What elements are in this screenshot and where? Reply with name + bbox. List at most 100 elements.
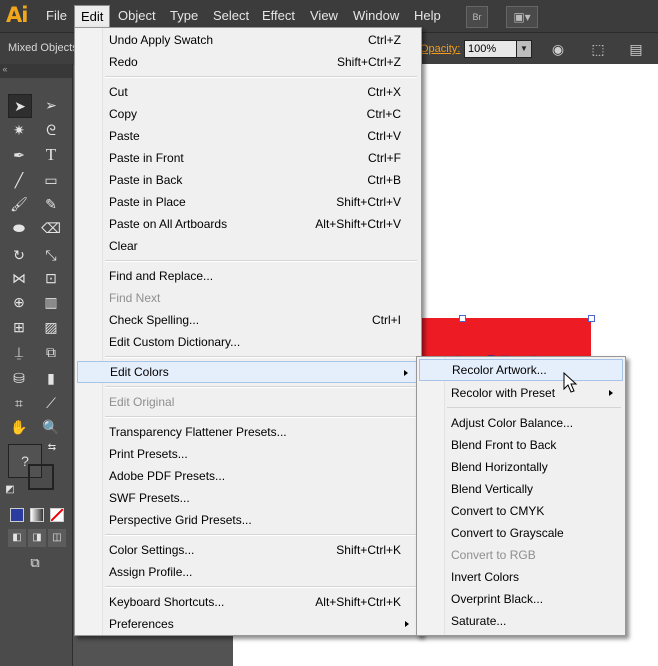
submenu-item-overprint-black[interactable]: Overprint Black...	[419, 588, 623, 610]
stroke-swatch[interactable]	[28, 464, 54, 490]
menu-item-preferences[interactable]: Preferences	[77, 613, 419, 635]
menu-separator	[105, 76, 417, 78]
tools-panel: « ➤ ➢ ✷ ᘓ ✒ T ╱ ▭ 🖌 ✎ ⬬ ⌫ ↻ ⤡ ⋈ ⊡ ⊕ ▥ ⊞ …	[0, 64, 73, 666]
submenu-item-blend-vertically[interactable]: Blend Vertically	[419, 478, 623, 500]
menu-file[interactable]: File	[40, 5, 73, 27]
opacity-dropdown-icon[interactable]: ▼	[516, 40, 532, 58]
submenu-item-convert-to-grayscale[interactable]: Convert to Grayscale	[419, 522, 623, 544]
menu-item-edit-custom-dictionary[interactable]: Edit Custom Dictionary...	[77, 331, 419, 353]
submenu-item-blend-front-to-back[interactable]: Blend Front to Back	[419, 434, 623, 456]
screen-mode-icon[interactable]: ⧉	[22, 554, 48, 572]
selection-type-label: Mixed Objects	[8, 42, 78, 54]
menu-item-copy[interactable]: Copy Ctrl+C	[77, 103, 419, 125]
menu-item-perspective-grid-presets[interactable]: Perspective Grid Presets...	[77, 509, 419, 531]
type-tool-icon[interactable]: T	[40, 144, 62, 166]
menu-item-color-settings[interactable]: Color Settings... Shift+Ctrl+K	[77, 539, 419, 561]
selection-handle[interactable]	[459, 315, 466, 322]
menu-separator	[105, 534, 417, 536]
selection-handle[interactable]	[588, 315, 595, 322]
menu-item-redo[interactable]: Redo Shift+Ctrl+Z	[77, 51, 419, 73]
rectangle-tool-icon[interactable]: ▭	[40, 169, 62, 191]
workspace-switcher-icon[interactable]: ▣▾	[506, 6, 538, 28]
submenu-item-recolor-artwork[interactable]: Recolor Artwork...	[419, 359, 623, 381]
swap-fill-stroke-icon[interactable]: ⇆	[44, 440, 60, 456]
pencil-tool-icon[interactable]: ✎	[40, 193, 62, 215]
zoom-tool-icon[interactable]: 🔍	[40, 416, 62, 438]
eyedropper-tool-icon[interactable]: ⍊	[8, 341, 30, 363]
draw-behind-icon[interactable]: ◨	[28, 529, 46, 547]
menu-item-undo[interactable]: Undo Apply Swatch Ctrl+Z	[77, 29, 419, 51]
menu-item-find-and-replace[interactable]: Find and Replace...	[77, 265, 419, 287]
submenu-item-recolor-with-preset[interactable]: Recolor with Preset	[419, 382, 623, 404]
menu-item-swf-presets[interactable]: SWF Presets...	[77, 487, 419, 509]
opacity-label[interactable]: Opacity:	[420, 43, 460, 55]
none-mode-icon[interactable]	[50, 508, 64, 522]
line-tool-icon[interactable]: ╱	[8, 169, 30, 191]
draw-normal-icon[interactable]: ◧	[8, 529, 26, 547]
submenu-arrow-icon	[404, 370, 408, 376]
menu-item-print-presets[interactable]: Print Presets...	[77, 443, 419, 465]
opacity-input[interactable]: 100%	[464, 40, 519, 58]
submenu-item-saturate[interactable]: Saturate...	[419, 610, 623, 632]
submenu-item-convert-to-cmyk[interactable]: Convert to CMYK	[419, 500, 623, 522]
menu-select[interactable]: Select	[207, 5, 255, 27]
app-logo: Ai	[6, 3, 28, 27]
slice-tool-icon[interactable]: ⟋	[40, 392, 62, 414]
menu-item-edit-colors[interactable]: Edit Colors	[77, 361, 419, 383]
menu-view[interactable]: View	[304, 5, 344, 27]
submenu-item-adjust-color-balance[interactable]: Adjust Color Balance...	[419, 412, 623, 434]
menu-window[interactable]: Window	[347, 5, 405, 27]
lasso-tool-icon[interactable]: ᘓ	[40, 119, 62, 141]
color-mode-icon[interactable]	[10, 508, 24, 522]
menu-type[interactable]: Type	[164, 5, 204, 27]
menu-item-adobe-pdf-presets[interactable]: Adobe PDF Presets...	[77, 465, 419, 487]
menu-item-keyboard-shortcuts[interactable]: Keyboard Shortcuts... Alt+Shift+Ctrl+K	[77, 591, 419, 613]
magic-wand-tool-icon[interactable]: ✷	[8, 119, 30, 141]
menu-item-paste-in-back[interactable]: Paste in Back Ctrl+B	[77, 169, 419, 191]
default-fill-stroke-icon[interactable]: ◩	[2, 482, 18, 498]
perspective-grid-tool-icon[interactable]: ▥	[40, 291, 62, 313]
free-transform-tool-icon[interactable]: ⊡	[40, 267, 62, 289]
gradient-tool-icon[interactable]: ▨	[40, 316, 62, 338]
submenu-item-invert-colors[interactable]: Invert Colors	[419, 566, 623, 588]
blob-brush-tool-icon[interactable]: ⬬	[8, 217, 30, 239]
scale-tool-icon[interactable]: ⤡	[40, 244, 62, 266]
column-graph-tool-icon[interactable]: ▮	[40, 367, 62, 389]
draw-inside-icon[interactable]: ◫	[48, 529, 66, 547]
edit-menu-dropdown: Undo Apply Swatch Ctrl+Z Redo Shift+Ctrl+Z…	[74, 27, 422, 636]
menu-item-paste-in-front[interactable]: Paste in Front Ctrl+F	[77, 147, 419, 169]
menu-help[interactable]: Help	[408, 5, 447, 27]
shape-builder-tool-icon[interactable]: ⊕	[8, 291, 30, 313]
submenu-item-blend-horizontally[interactable]: Blend Horizontally	[419, 456, 623, 478]
menu-item-transparency-flattener-presets[interactable]: Transparency Flattener Presets...	[77, 421, 419, 443]
bridge-button[interactable]: Br	[466, 6, 488, 28]
eraser-tool-icon[interactable]: ⌫	[40, 217, 62, 239]
menu-item-clear[interactable]: Clear	[77, 235, 419, 257]
align-left-icon[interactable]: ▤	[628, 41, 644, 57]
recolor-artwork-icon[interactable]: ◉	[550, 41, 566, 57]
artboard-tool-icon[interactable]: ⌗	[8, 392, 30, 414]
menu-item-paste[interactable]: Paste Ctrl+V	[77, 125, 419, 147]
panel-collapse-icon[interactable]: «	[0, 64, 72, 78]
hand-tool-icon[interactable]: ✋	[8, 416, 30, 438]
mesh-tool-icon[interactable]: ⊞	[8, 316, 30, 338]
blend-tool-icon[interactable]: ⧉	[40, 341, 62, 363]
menu-edit[interactable]: Edit	[74, 5, 111, 28]
rotate-tool-icon[interactable]: ↻	[8, 244, 30, 266]
menu-item-cut[interactable]: Cut Ctrl+X	[77, 81, 419, 103]
align-options-icon[interactable]: ⬚	[590, 41, 606, 57]
gradient-mode-icon[interactable]	[30, 508, 44, 522]
direct-selection-tool-icon[interactable]: ➢	[40, 94, 62, 116]
width-tool-icon[interactable]: ⋈	[8, 267, 30, 289]
paintbrush-tool-icon[interactable]: 🖌	[8, 193, 30, 215]
menu-object[interactable]: Object	[112, 5, 162, 27]
menu-item-assign-profile[interactable]: Assign Profile...	[77, 561, 419, 583]
submenu-arrow-icon	[405, 621, 409, 627]
pen-tool-icon[interactable]: ✒	[8, 144, 30, 166]
menu-item-paste-in-place[interactable]: Paste in Place Shift+Ctrl+V	[77, 191, 419, 213]
menu-item-check-spelling[interactable]: Check Spelling... Ctrl+I	[77, 309, 419, 331]
symbol-sprayer-tool-icon[interactable]: ⛁	[8, 367, 30, 389]
menu-effect[interactable]: Effect	[256, 5, 301, 27]
selection-tool-icon[interactable]: ➤	[8, 94, 32, 118]
menu-item-paste-on-all-artboards[interactable]: Paste on All Artboards Alt+Shift+Ctrl+V	[77, 213, 419, 235]
